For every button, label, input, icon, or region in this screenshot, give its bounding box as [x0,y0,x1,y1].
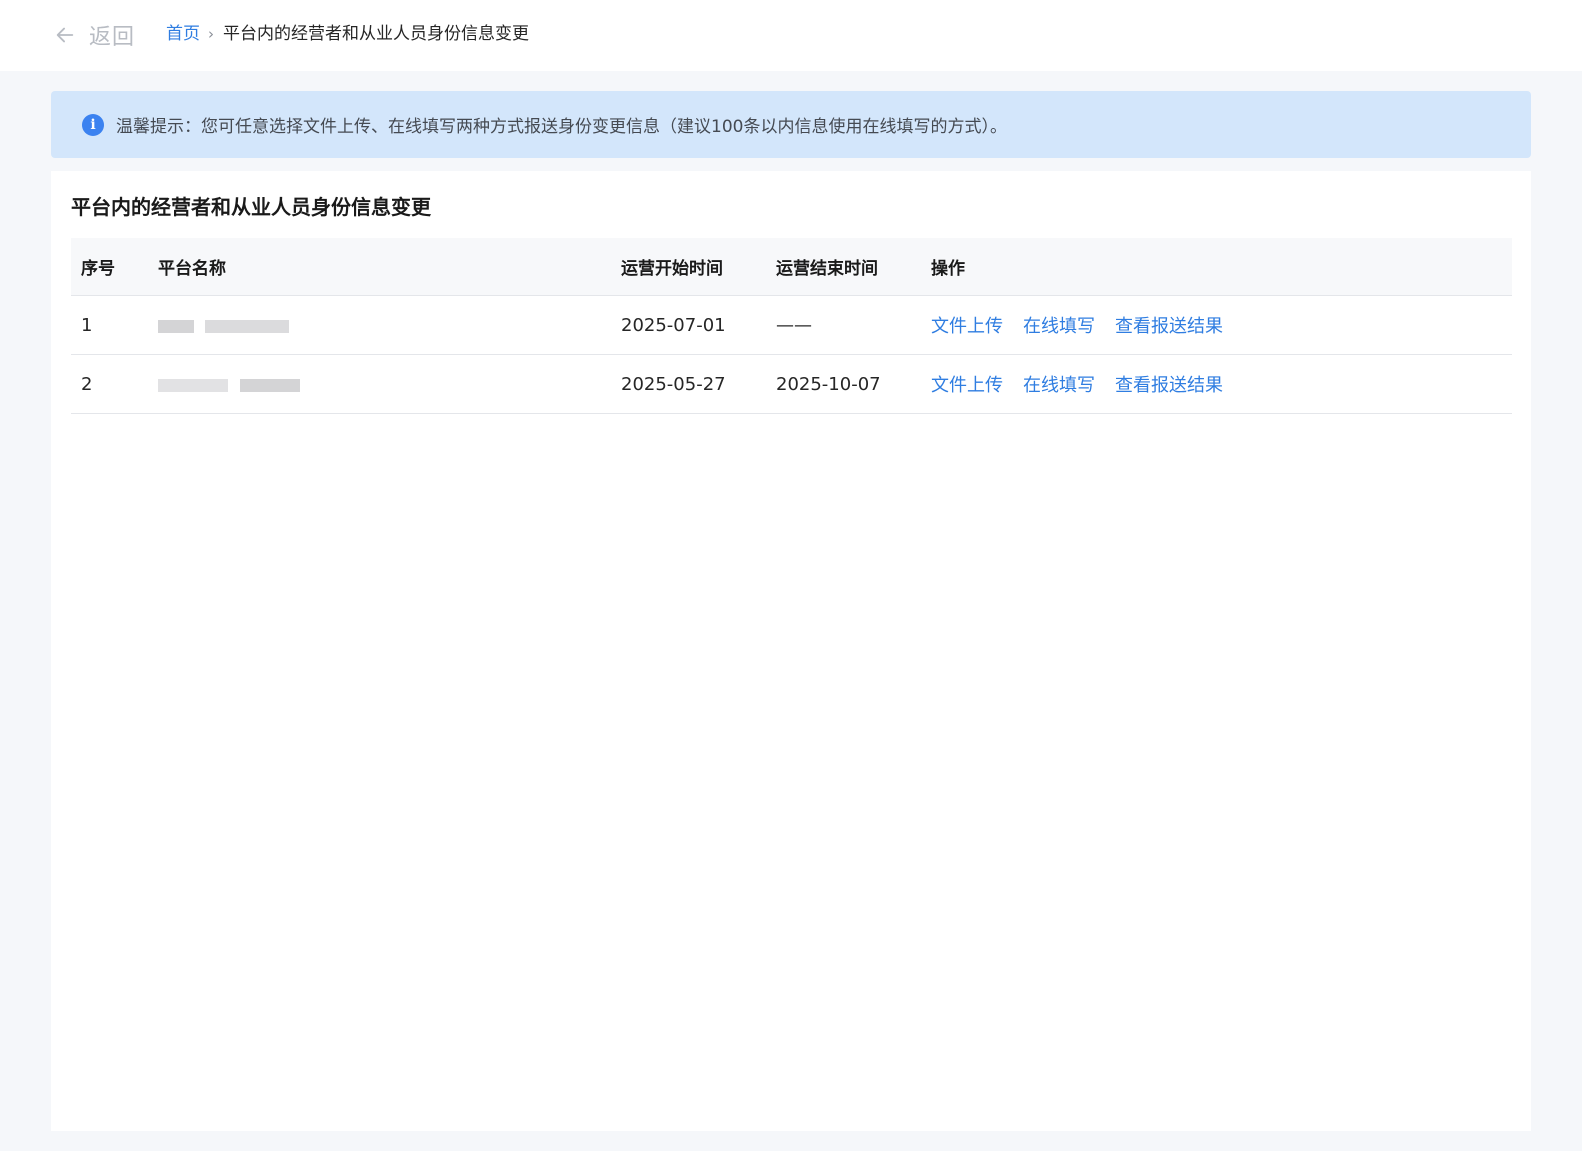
row-index: 2 [81,373,93,395]
column-header-index: 序号 [81,259,115,279]
table-row: 1 2025-07-01 —— 文件上传 在线填写 查看报送结果 [71,296,1512,355]
row-platform-name [148,315,611,336]
online-fill-link[interactable]: 在线填写 [1023,312,1095,338]
column-header-actions: 操作 [931,259,965,279]
view-result-link[interactable]: 查看报送结果 [1115,312,1223,338]
card-title: 平台内的经营者和从业人员身份信息变更 [71,195,431,219]
row-start-time: 2025-07-01 [621,314,726,336]
file-upload-link[interactable]: 文件上传 [931,312,1003,338]
row-actions: 文件上传 在线填写 查看报送结果 [921,371,1512,397]
column-header-end-time: 运营结束时间 [776,259,878,279]
file-upload-link[interactable]: 文件上传 [931,371,1003,397]
breadcrumb: 首页 › 平台内的经营者和从业人员身份信息变更 [166,22,529,46]
platform-table: 序号 平台名称 运营开始时间 运营结束时间 操作 1 2025-07-01 ——… [71,238,1512,414]
table-row: 2 2025-05-27 2025-10-07 文件上传 在线填写 查看报送结果 [71,355,1512,414]
view-result-link[interactable]: 查看报送结果 [1115,371,1223,397]
breadcrumb-separator: › [208,25,214,43]
arrow-left-icon [56,27,74,43]
row-end-time: 2025-10-07 [776,373,881,395]
back-label: 返回 [89,25,136,50]
top-bar: 返回 首页 › 平台内的经营者和从业人员身份信息变更 [0,0,1582,71]
row-start-time: 2025-05-27 [621,373,726,395]
table-header: 序号 平台名称 运营开始时间 运营结束时间 操作 [71,238,1512,296]
online-fill-link[interactable]: 在线填写 [1023,371,1095,397]
row-platform-name [148,374,611,395]
row-end-time: —— [776,314,812,336]
redacted-platform-name [158,376,303,394]
row-index: 1 [81,314,93,336]
content-card: 平台内的经营者和从业人员身份信息变更 序号 平台名称 运营开始时间 运营结束时间… [51,171,1531,1131]
row-actions: 文件上传 在线填写 查看报送结果 [921,312,1512,338]
breadcrumb-home-link[interactable]: 首页 [166,22,200,46]
tip-banner: i 温馨提示：您可任意选择文件上传、在线填写两种方式报送身份变更信息（建议100… [51,91,1531,158]
column-header-platform-name: 平台名称 [158,259,226,279]
tip-text: 温馨提示：您可任意选择文件上传、在线填写两种方式报送身份变更信息（建议100条以… [116,117,1007,137]
breadcrumb-current: 平台内的经营者和从业人员身份信息变更 [223,24,529,44]
column-header-start-time: 运营开始时间 [621,259,723,279]
info-icon: i [82,113,104,136]
redacted-platform-name [158,317,293,335]
back-button[interactable]: 返回 [54,20,135,50]
